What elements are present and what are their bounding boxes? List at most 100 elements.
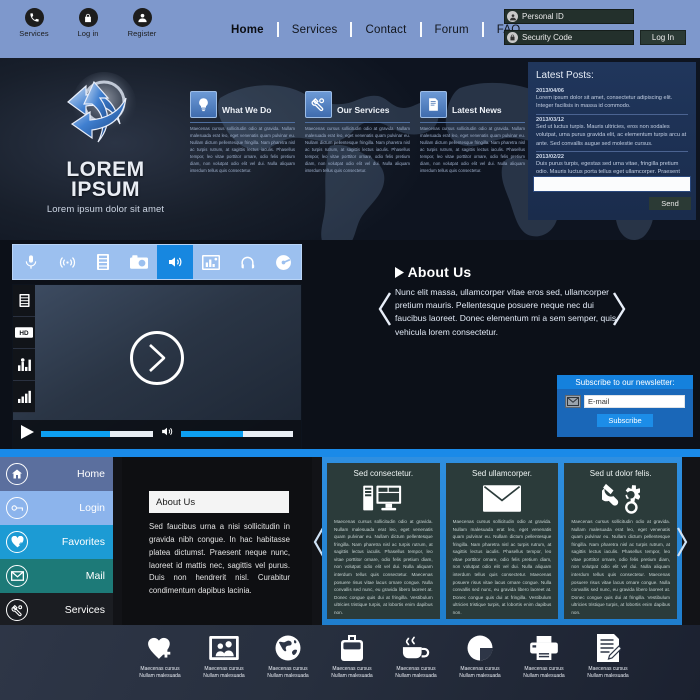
send-button[interactable]: Send	[649, 197, 691, 210]
service-card[interactable]: Sed ut dolor felis. Maecenas cursus soll…	[564, 463, 678, 619]
triangle-right-icon	[395, 267, 404, 278]
footer-item-label: Maecenas cursus Nullam malesuada	[320, 666, 384, 681]
service-card-title: Sed consectetur.	[353, 469, 414, 478]
service-card[interactable]: Sed ullamcorper. Maecenas cursus sollici…	[445, 463, 559, 619]
footer-label-line2: Nullam malesuada	[587, 673, 629, 680]
toolbar-speaker-button[interactable]	[157, 245, 193, 279]
security-code-field[interactable]: Security Code	[504, 30, 634, 45]
toolbar-headphones-button[interactable]	[229, 245, 265, 279]
personal-id-field[interactable]: Personal ID	[504, 9, 634, 24]
feature-title: What We Do	[222, 105, 272, 115]
feature-what-we-do[interactable]: What We Do Maecenas cursus sollicitudin …	[190, 88, 295, 175]
feature-body: Maecenas cursus sollicitudin odio at gra…	[305, 126, 410, 173]
newsletter-email-input[interactable]: E-mail	[584, 395, 685, 408]
nav-item-home[interactable]: Home	[218, 24, 277, 36]
footer-item-people[interactable]: Maecenas cursus Nullam malesuada	[192, 633, 256, 681]
section-divider	[0, 449, 700, 457]
logo-arrows-icon	[46, 68, 166, 158]
footer-item-globe[interactable]: Maecenas cursus Nullam malesuada	[256, 633, 320, 681]
sidebar-item-mail[interactable]: Mail	[0, 559, 113, 593]
playlist-icon[interactable]	[13, 285, 35, 317]
post-item[interactable]: 2013/04/06 Lorem ipsum dolor sit amet, c…	[536, 86, 688, 114]
sidebar-item-services[interactable]: Services	[0, 593, 113, 627]
footer-item-document[interactable]: Maecenas cursus Nullam malesuada	[576, 633, 640, 681]
sidebar-item-home[interactable]: Home	[0, 457, 113, 491]
toolbar-camera-button[interactable]	[121, 245, 157, 279]
home-icon	[6, 463, 28, 485]
feature-body: Maecenas cursus sollicitudin odio at gra…	[190, 126, 295, 173]
nav-separator	[276, 22, 279, 37]
nav-item-forum[interactable]: Forum	[422, 24, 482, 36]
document-pen-icon	[420, 91, 447, 118]
footer-icon-bar: Maecenas cursus Nullam malesuada Maecena…	[0, 625, 700, 700]
toolbar-disc-button[interactable]	[265, 245, 301, 279]
nav-item-services[interactable]: Services	[279, 24, 351, 36]
about-next-arrow[interactable]	[612, 292, 626, 331]
volume-icon[interactable]	[160, 425, 174, 443]
login-button[interactable]: Log In	[640, 30, 686, 45]
user-icon	[132, 8, 152, 27]
sidebar-item-label: Mail	[85, 570, 105, 582]
service-card[interactable]: Sed consectetur. Maecenas cursus sollici…	[327, 463, 440, 619]
main-navigation: Home Services Contact Forum FAQ	[218, 22, 533, 37]
footer-label-line2: Nullam malesuada	[267, 673, 309, 680]
about-us-title-text: About Us	[407, 264, 472, 280]
about-prev-arrow[interactable]	[378, 292, 392, 331]
sidebar-item-login[interactable]: Login	[0, 491, 113, 525]
quick-link-services[interactable]: Services	[14, 8, 54, 38]
lightbulb-icon	[190, 91, 217, 118]
footer-label-line1: Maecenas cursus	[460, 666, 500, 672]
post-text: Sed ut luctus turpis. Mauris ultricies, …	[536, 123, 687, 147]
footer-item-label: Maecenas cursus Nullam malesuada	[192, 666, 256, 681]
newsletter-box: Subscribe to our newsletter: E-mail Subs…	[557, 375, 693, 437]
heart-plus-icon	[128, 633, 192, 663]
nav-item-contact[interactable]: Contact	[352, 24, 419, 36]
footer-item-heart[interactable]: Maecenas cursus Nullam malesuada	[128, 633, 192, 681]
about-card-input[interactable]: About Us	[149, 491, 289, 513]
footer-item-coffee[interactable]: Maecenas cursus Nullam malesuada	[384, 633, 448, 681]
cards-next-arrow[interactable]	[676, 527, 688, 562]
subscribe-button[interactable]: Subscribe	[597, 414, 653, 427]
feature-latest-news[interactable]: Latest News Maecenas cursus sollicitudin…	[420, 88, 525, 175]
quick-link-login[interactable]: Log in	[68, 8, 108, 38]
footer-label-line2: Nullam malesuada	[459, 673, 501, 680]
footer-item-label: Maecenas cursus Nullam malesuada	[448, 666, 512, 681]
play-button[interactable]	[21, 424, 34, 444]
divider	[420, 122, 525, 123]
footer-label-line2: Nullam malesuada	[395, 673, 437, 680]
media-toolbar	[12, 244, 302, 280]
toolbar-image-button[interactable]	[193, 245, 229, 279]
footer-label-line1: Maecenas cursus	[140, 666, 180, 672]
printer-icon	[512, 633, 576, 663]
post-item[interactable]: 2013/03/12 Sed ut luctus turpis. Mauris …	[536, 113, 688, 151]
toolbar-film-button[interactable]	[85, 245, 121, 279]
nav-separator	[419, 22, 422, 37]
sidebar-item-favorites[interactable]: Favorites	[0, 525, 113, 559]
footer-item-luggage[interactable]: Maecenas cursus Nullam malesuada	[320, 633, 384, 681]
video-player: HD	[12, 284, 302, 449]
bars-icon[interactable]	[13, 381, 35, 413]
equalizer-icon[interactable]	[13, 349, 35, 381]
footer-label-line2: Nullam malesuada	[203, 673, 245, 680]
footer-item-label: Maecenas cursus Nullam malesuada	[512, 666, 576, 681]
play-circle-icon[interactable]	[130, 331, 184, 385]
newsletter-heading: Subscribe to our newsletter:	[557, 375, 693, 389]
lower-section: Home Login Favorites Mail Services About…	[0, 457, 700, 627]
about-us-title: About Us	[395, 264, 625, 280]
toolbar-microphone-button[interactable]	[13, 245, 49, 279]
hd-icon[interactable]: HD	[13, 317, 35, 349]
wrench-gear-icon	[6, 599, 28, 621]
quick-link-label: Services	[19, 29, 49, 38]
people-photo-icon	[192, 633, 256, 663]
quick-link-label: Log in	[77, 29, 99, 38]
footer-item-printer[interactable]: Maecenas cursus Nullam malesuada	[512, 633, 576, 681]
volume-slider[interactable]	[181, 431, 293, 437]
progress-bar[interactable]	[41, 431, 153, 437]
sidebar-item-label: Home	[76, 468, 105, 480]
post-message-input[interactable]	[533, 176, 691, 192]
feature-our-services[interactable]: Our Services Maecenas cursus sollicitudi…	[305, 88, 410, 175]
quick-link-register[interactable]: Register	[122, 8, 162, 38]
footer-item-pie-chart[interactable]: Maecenas cursus Nullam malesuada	[448, 633, 512, 681]
personal-id-placeholder: Personal ID	[522, 12, 564, 21]
toolbar-signal-button[interactable]	[49, 245, 85, 279]
